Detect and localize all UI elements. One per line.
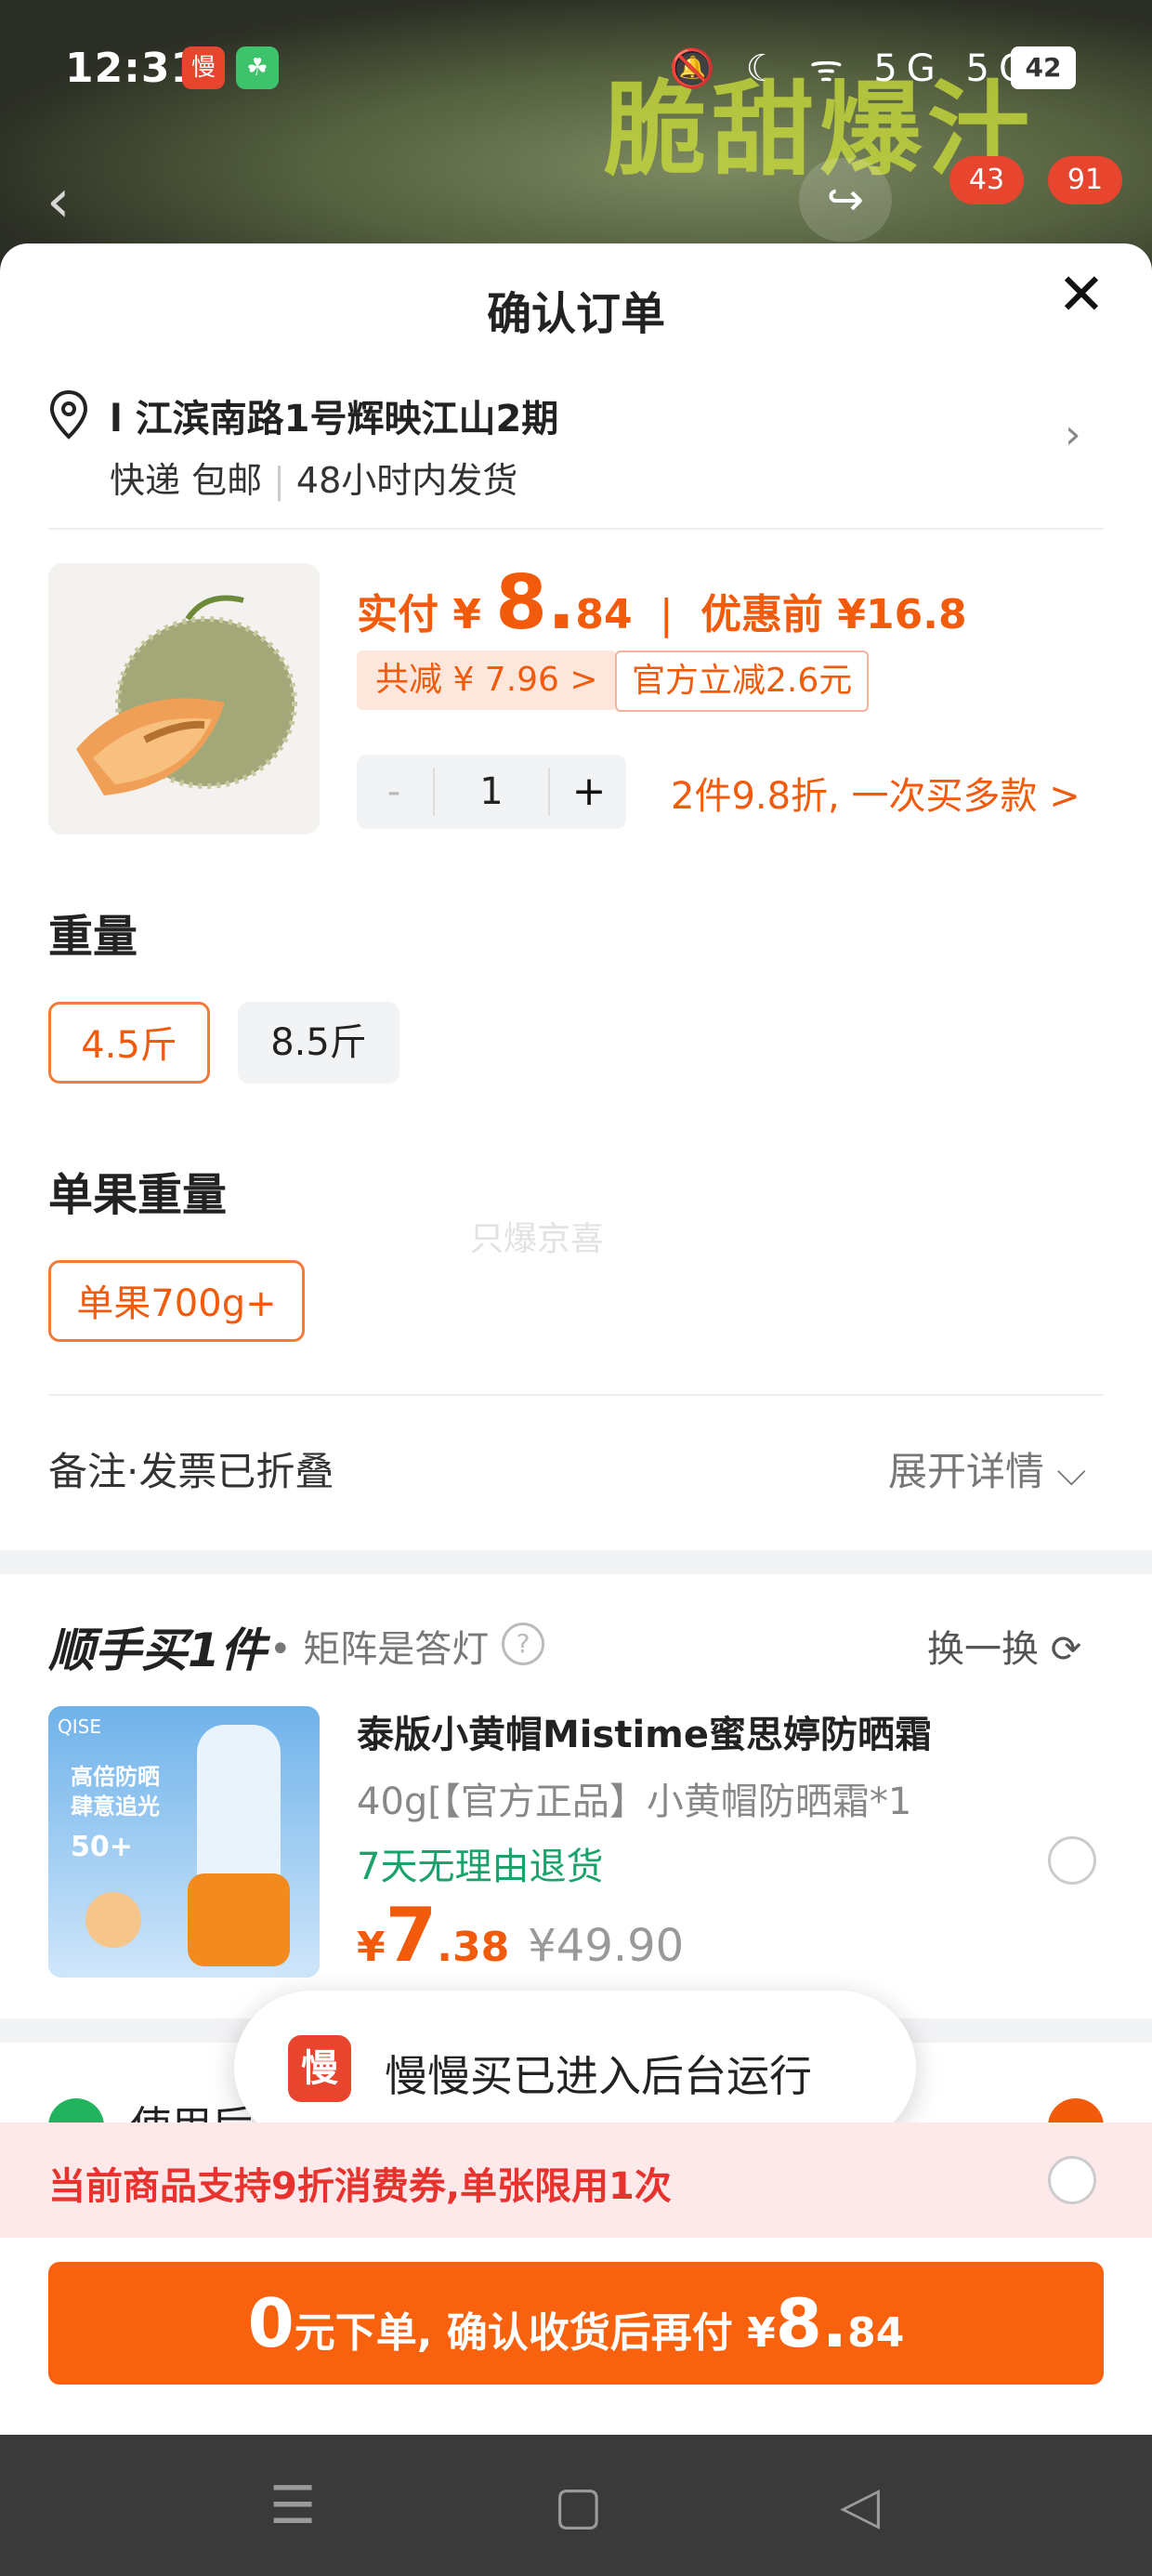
cta-zero: 0 [247,2284,295,2362]
message-count-badge[interactable]: 91 [1048,156,1122,204]
section-separator [0,1550,1152,1574]
price-row: 实付 ¥ 8.84 | 优惠前 ¥16.8 [357,559,967,646]
shipping-info: 快递 包邮 | 48小时内发货 [110,460,518,501]
price-integer: 8. [495,559,576,646]
multi-buy-promo-link[interactable]: 2件9.8折, 一次买多款 > [671,766,1080,820]
status-bar: 12:31 慢 ☘ 🔕 ☾ ᯤ 5G 5G 42 [0,0,1152,139]
addon-price-decimal: .38 [437,1924,510,1971]
increase-quantity-button[interactable]: + [552,755,626,829]
divider [48,528,1104,530]
address-chevron-icon[interactable]: › [1065,411,1081,458]
currency-symbol: ¥ [452,591,481,638]
divider [48,1394,1104,1396]
quantity-value[interactable]: 1 [433,768,550,816]
sheet-title: 确认订单 [486,288,665,340]
menu-icon[interactable]: ☰ [269,2476,316,2536]
weight-option-4-5[interactable]: 4.5斤 [48,1002,210,1084]
toast-message: 慢慢买已进入后台运行 [385,2051,812,2101]
addon-section-subtitle: • 矩阵是答灯 [269,1628,490,1671]
status-time: 12:31 [65,45,201,92]
back-arrow-icon[interactable]: ‹ [46,167,71,236]
addon-product-title[interactable]: 泰版小黄帽Mistime蜜思婷防晒霜 [357,1704,932,1758]
addon-product-image: QISE 高倍防晒 肆意追光 50+ [48,1706,320,1978]
addon-product-spec: 40g[【官方正品】小黄帽防晒霜*1 [357,1781,912,1823]
app-logo-icon: 慢 [288,2035,351,2102]
addon-section-logo: 顺手买1件 [48,1623,267,1677]
weight-section-title: 重量 [48,911,138,963]
addon-price-integer: 7 [385,1892,438,1978]
addon-image-spf: 50+ [71,1831,133,1863]
cta-text: 元下单, 确认收货后再付 ¥ [294,2309,776,2357]
addon-select-radio[interactable] [1048,1836,1096,1885]
coupon-select-radio[interactable] [1048,2156,1096,2204]
decrease-quantity-button[interactable]: - [357,755,431,829]
quantity-stepper: - 1 + [357,755,626,829]
swap-button[interactable]: 换一换 ⟳ [927,1619,1081,1673]
system-navigation-bar: ☰ ▢ ◁ [0,2435,1152,2576]
cart-count-badge[interactable]: 43 [949,156,1024,204]
addon-image-brand: QISE [58,1715,101,1738]
delivery-method: 快递 包邮 [110,460,263,501]
location-pin-icon [49,389,88,440]
close-icon[interactable]: ✕ [1057,266,1106,323]
total-discount-tag[interactable]: 共减 ¥ 7.96 > [357,651,617,710]
expand-details-button[interactable]: 展开详情 ⌵ [888,1440,1086,1497]
single-weight-option-700g[interactable]: 单果700g+ [48,1260,305,1342]
confirm-order-sheet: 确认订单 ✕ l 江滨南路1号辉映江山2期 快递 包邮 | 48小时内发货 › 实付… [0,243,1152,2435]
home-icon[interactable]: ▢ [554,2476,603,2536]
help-icon[interactable]: ? [502,1623,544,1665]
app-notification-icon-2: ☘ [236,46,279,89]
addon-original-price: ¥49.90 [528,1920,685,1972]
battery-icon: 42 [1011,46,1076,89]
cta-amount-decimal: 84 [847,2309,905,2357]
addon-price: ¥7.38 ¥49.90 [357,1892,684,1978]
addon-currency: ¥ [357,1924,386,1971]
place-order-button[interactable]: 0元下单, 确认收货后再付 ¥8.84 [48,2262,1104,2385]
notes-invoice-label: 备注·发票已折叠 [48,1449,334,1494]
product-image [48,563,320,835]
addon-image-line-2: 肆意追光 [71,1794,160,1820]
addon-image-line-1: 高倍防晒 [71,1764,160,1790]
weight-option-8-5[interactable]: 8.5斤 [238,1002,399,1084]
share-icon[interactable]: ↪ [799,158,892,242]
ship-time: 48小时内发货 [295,460,518,501]
pre-discount-label: 优惠前 [700,591,824,638]
official-discount-tag: 官方立减2.6元 [615,651,870,712]
cta-amount-integer: 8. [775,2284,848,2362]
addon-return-policy: 7天无理由退货 [357,1846,604,1888]
single-weight-section-title: 单果重量 [48,1169,228,1221]
paid-label: 实付 [357,591,439,638]
pre-discount-price: ¥16.8 [837,591,967,638]
watermark: 只爆京喜 [470,1220,605,1258]
coupon-text: 当前商品支持9折消费券,单张限用1次 [48,2165,672,2208]
coupon-bar: 当前商品支持9折消费券,单张限用1次 [0,2123,1152,2238]
app-notification-icon: 慢 [182,46,225,89]
price-decimal: 84 [575,591,633,638]
delivery-address[interactable]: l 江滨南路1号辉映江山2期 [110,388,558,442]
back-icon[interactable]: ◁ [840,2476,880,2536]
